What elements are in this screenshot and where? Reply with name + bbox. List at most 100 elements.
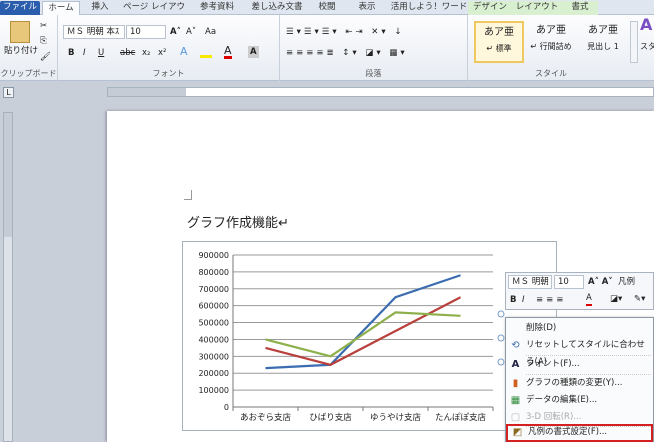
menu-item-change-chart-type[interactable]: ▮ グラフの種類の変更(Y)...	[506, 375, 653, 392]
mini-target-label: 凡例	[618, 277, 636, 287]
menu-label: データの編集(E)...	[526, 395, 598, 405]
paste-button[interactable]: 貼り付け	[4, 45, 38, 57]
style-heading1[interactable]: あア亜見出し 1	[578, 21, 628, 63]
mini-bold-button[interactable]: B	[510, 294, 516, 306]
menu-label: グラフの種類の変更(Y)...	[526, 378, 623, 388]
subscript-button[interactable]: x₂	[142, 47, 150, 59]
chart-type-icon: ▮	[512, 378, 519, 389]
align-buttons[interactable]: ≡≡≡≡≣ ↕▾ ◪▾ ▦▾	[286, 47, 408, 59]
chart[interactable]: 0 100000 200000 300000 400000 500000 600000 700…	[182, 241, 557, 431]
ribbon-tabs: ファイル ホーム 挿入 ページ レイアウト 参考資料 差し込み文書 校閲 表示 …	[0, 0, 654, 25]
style-name: 見出し 1	[587, 42, 619, 51]
tab-mailings[interactable]: 差し込み文書	[246, 1, 308, 15]
mini-italic-button[interactable]: I	[522, 294, 525, 306]
style-name: ↵ 行間詰め	[530, 42, 572, 51]
tab-references[interactable]: 参考資料	[192, 1, 242, 15]
change-case-button[interactable]: Aa	[205, 26, 216, 38]
menu-label: フォント(F)...	[526, 359, 580, 369]
x-tick-label: ゆうやけ支店	[370, 412, 422, 423]
tab-format[interactable]: 書式	[562, 1, 598, 15]
tab-design[interactable]: デザイン	[468, 1, 512, 15]
menu-item-format-legend[interactable]: ◩ 凡例の書式設定(F)...	[506, 424, 653, 442]
italic-button[interactable]: I	[83, 47, 86, 59]
paste-icon[interactable]	[10, 21, 30, 43]
text-effects-icon[interactable]: A	[180, 46, 188, 58]
menu-label: 3-D 回転(R)...	[526, 412, 582, 422]
document-heading[interactable]: グラフ作成機能↵	[187, 212, 289, 231]
style-no-spacing[interactable]: あア亜 ↵ 行間詰め	[526, 21, 576, 63]
y-tick-label: 800000	[198, 268, 229, 277]
y-tick-label: 400000	[198, 335, 229, 344]
mini-align-buttons[interactable]: ≡≡≡	[536, 294, 566, 306]
y-tick-label: 500000	[198, 319, 229, 328]
margin-mark	[184, 190, 192, 200]
styles-scroll[interactable]	[630, 21, 638, 63]
ribbon: 貼り付け ✂ ⎘ 🖌 クリップボード ＭＳ 明朝 本ｽ 10 A˄ A˅ Aa …	[0, 15, 654, 81]
superscript-button[interactable]: x²	[158, 47, 166, 59]
format-legend-icon: ◩	[512, 427, 523, 438]
series-line-series3	[265, 311, 461, 358]
y-tick-label: 900000	[198, 251, 229, 260]
font-color-icon[interactable]: A	[224, 45, 232, 59]
tab-home[interactable]: ホーム	[42, 1, 80, 15]
list-buttons[interactable]: ☰▾☰▾☰▾ ⇤⇥ ✕▾ ↓	[286, 26, 405, 38]
mini-font-color-icon[interactable]: A	[586, 293, 592, 306]
menu-item-delete[interactable]: 削除(D)	[506, 320, 653, 337]
grow-font-button[interactable]: A˄	[170, 26, 181, 38]
tab-insert[interactable]: 挿入	[82, 1, 118, 15]
x-tick-label: ひばり支店	[309, 412, 352, 423]
selection-handle	[497, 310, 505, 318]
style-normal[interactable]: あア亜 ↵ 標準	[474, 21, 524, 63]
mini-outline-icon[interactable]: ✎▾	[634, 293, 645, 305]
line-chart: 0 100000 200000 300000 400000 500000 600000 700…	[198, 251, 505, 423]
y-tick-label: 100000	[198, 386, 229, 395]
mini-size-select[interactable]: 10	[554, 275, 584, 289]
grow-font-icon[interactable]: A˄ A˅	[588, 276, 613, 288]
tab-word[interactable]: 活用しよう！ワード	[390, 1, 468, 15]
style-preview: あア亜	[484, 27, 514, 38]
copy-icon[interactable]: ⎘	[40, 35, 47, 47]
context-menu: 削除(D) ⟲ リセットしてスタイルに合わせる(A) A フォント(F)... ▮ グ…	[505, 317, 654, 442]
underline-button[interactable]: U	[98, 47, 104, 59]
y-tick-label: 700000	[198, 285, 229, 294]
strikethrough-button[interactable]: abc	[120, 47, 135, 59]
menu-item-font[interactable]: A フォント(F)...	[506, 356, 653, 373]
vertical-ruler[interactable]	[3, 112, 13, 442]
data-edit-icon: ▦	[510, 395, 521, 406]
mini-fill-icon[interactable]: ◪▾	[610, 293, 622, 305]
font-icon: A	[511, 359, 520, 370]
font-label: フォント	[152, 69, 185, 78]
tab-layout[interactable]: レイアウト	[512, 1, 562, 15]
menu-item-edit-data[interactable]: ▦ データの編集(E)...	[506, 392, 653, 409]
style-preview: あア亜	[588, 25, 618, 36]
tab-review[interactable]: 校閲	[310, 1, 344, 15]
tab-selector[interactable]: L	[3, 87, 14, 98]
tab-view[interactable]: 表示	[350, 1, 384, 15]
font-size-select[interactable]: 10	[126, 25, 166, 39]
mini-toolbar: ＭＳ 明朝 10 A˄ A˅ 凡例 B I ≡≡≡ A ◪▾ ✎▾	[505, 272, 654, 310]
cut-icon[interactable]: ✂	[40, 20, 47, 32]
x-tick-label: あおぞら支店	[240, 412, 292, 423]
change-styles-icon[interactable]: A	[640, 17, 652, 33]
menu-label: 削除(D)	[526, 323, 557, 333]
char-shading-icon[interactable]: A	[248, 46, 259, 58]
y-tick-label: 300000	[198, 352, 229, 361]
3d-icon: ▢	[510, 412, 521, 423]
paragraph-label: 段落	[365, 69, 382, 78]
y-tick-label: 0	[224, 403, 229, 412]
horizontal-ruler[interactable]	[107, 87, 654, 97]
style-name: ↵ 標準	[486, 44, 512, 53]
bold-button[interactable]: B	[68, 47, 74, 59]
x-tick-label: たんぽぽ支店	[435, 412, 487, 423]
tab-file[interactable]: ファイル	[0, 1, 40, 15]
menu-item-reset[interactable]: ⟲ リセットしてスタイルに合わせる(A)	[506, 337, 653, 367]
format-painter-icon[interactable]: 🖌	[40, 51, 51, 63]
font-name-select[interactable]: ＭＳ 明朝 本ｽ	[63, 25, 125, 39]
highlight-icon[interactable]	[200, 46, 212, 58]
tab-page-layout[interactable]: ページ レイアウト	[120, 1, 188, 25]
font-group: ＭＳ 明朝 本ｽ 10 A˄ A˅ Aa B I U abc x₂ x² A A…	[58, 15, 280, 81]
change-styles-button[interactable]: スタイルの変更	[640, 41, 654, 53]
shrink-font-button[interactable]: A˅	[186, 26, 196, 38]
selection-handle	[497, 358, 505, 366]
mini-font-select[interactable]: ＭＳ 明朝	[508, 275, 552, 289]
